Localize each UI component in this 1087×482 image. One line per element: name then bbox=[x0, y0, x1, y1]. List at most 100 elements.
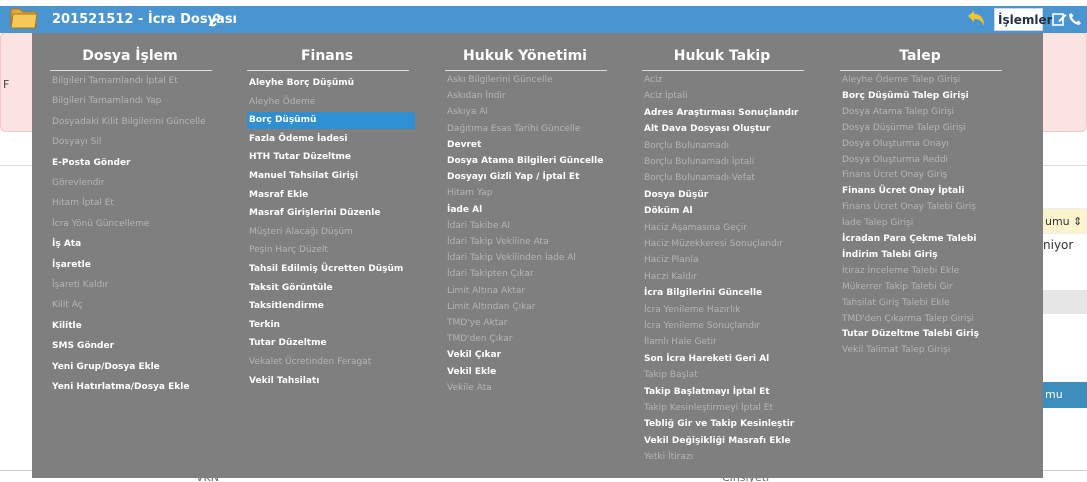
menu-item-icra-yenileme-hazirlik: İcra Yenileme Hazırlık bbox=[644, 304, 741, 315]
menu-item-adres-arastirmasi-sonuclandir[interactable]: Adres Araştırması Sonuçlandır bbox=[642, 105, 810, 122]
menu-item-masraf-ekle[interactable]: Masraf Ekle bbox=[247, 187, 415, 204]
phone-icon[interactable] bbox=[1068, 12, 1082, 26]
menu-item-fazla-odeme-iadesi[interactable]: Fazla Ödeme İadesi bbox=[247, 131, 415, 148]
menu-item-aleyhe-odeme-talep-girisi: Aleyhe Ödeme Talep Girişi bbox=[842, 75, 961, 85]
menu-item-dosya-atama-talep-girisi: Dosya Atama Talep Girişi bbox=[842, 106, 955, 117]
menu-item-tahsil-edilmis-ucretten-dusum[interactable]: Tahsil Edilmiş Ücretten Düşüm bbox=[247, 261, 415, 278]
menu-item-dosya-olusturma-reddi: Dosya Oluşturma Reddi bbox=[842, 154, 949, 165]
menu-item-ilamli-hale-getir: İlamlı Hale Getir bbox=[644, 337, 717, 348]
menu-item-aleyhe-odeme: Aleyhe Ödeme bbox=[249, 96, 316, 107]
menu-item-hitam-yap: Hitam Yap bbox=[447, 188, 493, 199]
menu-item-kilitle[interactable]: Kilitle bbox=[50, 318, 218, 335]
menu-item-gorevlendir: Görevlendir bbox=[52, 178, 105, 188]
menu-item-musteri-alacagi-dusum: Müşteri Alacağı Düşüm bbox=[249, 226, 353, 237]
menu-item-pesin-harc-duzelt: Peşin Harç Düzelt bbox=[249, 245, 328, 256]
edit-icon[interactable] bbox=[1052, 12, 1067, 26]
menu-item-haciz-planla: Haciz Planla bbox=[644, 255, 699, 266]
table-header-sortable[interactable]: umu ⇕ bbox=[1040, 208, 1087, 234]
alert-text: F bbox=[3, 78, 10, 91]
islemler-button[interactable]: İşlemler bbox=[994, 8, 1053, 31]
menu-item-indirim-talebi-giris[interactable]: İndirim Talebi Giriş bbox=[840, 247, 1008, 264]
menu-item-vekile-ata: Vekile Ata bbox=[447, 382, 492, 393]
menu-item-taksitlendirme[interactable]: Taksitlendirme bbox=[247, 298, 415, 315]
menu-item-dosya-dusurme-talep-girisi: Dosya Düşürme Talep Girişi bbox=[842, 122, 966, 133]
menu-item-haciz-muzekkeresi-sonuclandir: Haciz Müzekkeresi Sonuçlandır bbox=[644, 239, 783, 249]
menu-item-idari-takip-vekilinden-iade-al: İdari Takip Vekilinden İade Al bbox=[447, 253, 576, 264]
column-divider bbox=[50, 70, 212, 71]
menu-item-itiraz-inceleme-talebi-ekle: İtiraz İnceleme Talebi Ekle bbox=[842, 265, 960, 276]
menu-item-hth-tutar-duzeltme[interactable]: HTH Tutar Düzeltme bbox=[247, 149, 415, 166]
menu-item-dosya-olusturma-onayi: Dosya Oluşturma Onayı bbox=[842, 138, 949, 149]
menu-item-vekil-cikar[interactable]: Vekil Çıkar bbox=[445, 347, 613, 364]
menu-item-dosya-atama-bilgileri-guncelle[interactable]: Dosya Atama Bilgileri Güncelle bbox=[445, 153, 613, 170]
menu-item-e-posta-gonder[interactable]: E-Posta Gönder bbox=[50, 155, 218, 172]
menu-item-dosyayi-gizli-yap-iptal-et[interactable]: Dosyayı Gizli Yap / İptal Et bbox=[445, 169, 613, 186]
menu-item-tmd-ye-aktar: TMD'ye Aktar bbox=[447, 318, 508, 328]
column-divider bbox=[840, 70, 1002, 71]
menu-item-vekil-degisikligi-masrafi-ekle[interactable]: Vekil Değişikliği Masrafı Ekle bbox=[642, 433, 810, 450]
menu-item-borc-dusumu[interactable]: Borç Düşümü bbox=[247, 112, 415, 130]
menu-item-kilit-ac: Kilit Aç bbox=[52, 300, 83, 311]
menu-item-finans-ucret-onay-talebi-giris: Finans Ücret Onay Talebi Giriş bbox=[842, 202, 976, 213]
menu-item-masraf-girislerini-duzenle[interactable]: Masraf Girişlerini Düzenle bbox=[247, 205, 415, 222]
section-header-bar: mu bbox=[1043, 382, 1087, 408]
menu-item-devret[interactable]: Devret bbox=[445, 137, 613, 154]
menu-item-sms-gonder[interactable]: SMS Gönder bbox=[50, 338, 218, 355]
menu-item-vekil-ekle[interactable]: Vekil Ekle bbox=[445, 364, 613, 381]
menu-item-idari-takipten-cikar: İdari Takipten Çıkar bbox=[447, 269, 534, 280]
menu-item-is-ata[interactable]: İş Ata bbox=[50, 236, 218, 253]
menu-item-borc-dusumu-talep-girisi[interactable]: Borç Düşümü Talep Girişi bbox=[840, 88, 1008, 105]
menu-item-icradan-para-cekme-talebi[interactable]: İcradan Para Çekme Talebi bbox=[840, 231, 1008, 248]
menu-item-icra-bilgilerini-guncelle[interactable]: İcra Bilgilerini Güncelle bbox=[642, 285, 810, 302]
menu-item-vekalet-ucretinden-feragat: Vekalet Ücretinden Feragat bbox=[249, 357, 372, 367]
menu-item-askiya-al: Askıya Al bbox=[447, 107, 488, 118]
menu-item-finans-ucret-onay-giris: Finans Ücret Onay Giriş bbox=[842, 170, 948, 181]
menu-item-aleyhe-borc-dusumu[interactable]: Aleyhe Borç Düşümü bbox=[247, 75, 415, 92]
menu-item-dagitima-esas-tarihi-guncelle: Dağıtıma Esas Tarihi Güncelle bbox=[447, 123, 581, 134]
menu-item-tutar-duzeltme[interactable]: Tutar Düzeltme bbox=[247, 335, 415, 352]
menu-item-son-icra-hareketi-geri-al[interactable]: Son İcra Hareketi Geri Al bbox=[642, 351, 810, 368]
menu-item-takip-baslatmayi-iptal-et[interactable]: Takip Başlatmayı İptal Et bbox=[642, 384, 810, 401]
menu-item-dokum-al[interactable]: Döküm Al bbox=[642, 203, 810, 220]
menu-item-aciz-iptali: Aciz İptali bbox=[644, 91, 688, 102]
column-divider bbox=[642, 70, 804, 71]
menu-item-finans-ucret-onay-iptali[interactable]: Finans Ücret Onay İptali bbox=[840, 183, 1008, 200]
menu-item-haczi-kaldir: Haczi Kaldır bbox=[644, 271, 697, 282]
menu-item-taksit-goruntule[interactable]: Taksit Görüntüle bbox=[247, 280, 415, 297]
column-divider bbox=[445, 70, 607, 71]
menu-item-idari-takip-vekiline-ata: İdari Takip Vekiline Ata bbox=[447, 237, 549, 247]
undo-icon[interactable] bbox=[966, 10, 986, 28]
file-header-bar: 201521512 - İcra Dosyası İşlemler bbox=[0, 6, 1087, 33]
menu-item-isaretle[interactable]: İşaretle bbox=[50, 257, 218, 274]
menu-item-hitam-iptal-et: Hitam İptal Et bbox=[52, 198, 114, 209]
menu-item-iade-talep-girisi: İade Talep Girişi bbox=[842, 218, 914, 229]
menu-item-bilgileri-tamamlandi-yap: Bilgileri Tamamlandı Yap bbox=[52, 96, 162, 107]
menu-item-alt-dava-dosyasi-olustur[interactable]: Alt Dava Dosyası Oluştur bbox=[642, 121, 810, 138]
menu-item-idari-takibe-al: İdari Takibe Al bbox=[447, 220, 510, 231]
column-heading: Hukuk Yönetimi bbox=[463, 48, 587, 64]
menu-item-terkin[interactable]: Terkin bbox=[247, 317, 415, 334]
folder-icon bbox=[10, 8, 38, 29]
menu-item-isareti-kaldir: İşareti Kaldır bbox=[52, 280, 109, 290]
table-cell: niyor bbox=[1043, 238, 1074, 252]
column-heading: Hukuk Takip bbox=[673, 48, 771, 64]
menu-item-aski-bilgilerini-guncelle: Askı Bilgilerini Güncelle bbox=[447, 75, 553, 85]
menu-item-vekil-tahsilati[interactable]: Vekil Tahsilatı bbox=[247, 373, 415, 390]
menu-item-dosya-dusur[interactable]: Dosya Düşür bbox=[642, 187, 810, 204]
menu-item-teblig-gir-ve-takip-kesinlestir[interactable]: Tebliğ Gir ve Takip Kesinleştir bbox=[642, 416, 810, 433]
menu-item-vekil-talimat-talep-girisi: Vekil Talimat Talep Girişi bbox=[842, 345, 951, 356]
menu-item-borclu-bulunamadi-iptali: Borçlu Bulunamadı İptali bbox=[644, 157, 755, 167]
menu-item-iade-al[interactable]: İade Al bbox=[445, 202, 613, 219]
menu-item-dosyayi-sil: Dosyayı Sil bbox=[52, 137, 102, 148]
menu-item-tutar-duzeltme-talebi-giris[interactable]: Tutar Düzeltme Talebi Giriş bbox=[840, 326, 1008, 343]
menu-item-limit-altindan-cikar: Limit Altından Çıkar bbox=[447, 301, 536, 312]
menu-item-yeni-grup-dosya-ekle[interactable]: Yeni Grup/Dosya Ekle bbox=[50, 359, 218, 376]
link-icon[interactable] bbox=[208, 13, 222, 27]
menu-item-tmd-den-cikar: TMD'den Çıkar bbox=[447, 334, 513, 345]
menu-item-takip-baslat: Takip Başlat bbox=[644, 370, 698, 381]
menu-item-tahsilat-giris-talebi-ekle: Tahsilat Giriş Talebi Ekle bbox=[842, 297, 950, 308]
menu-item-limit-altina-aktar: Limit Altına Aktar bbox=[447, 285, 526, 296]
column-heading: Finans bbox=[300, 48, 354, 64]
menu-item-manuel-tahsilat-girisi[interactable]: Manuel Tahsilat Girişi bbox=[247, 168, 415, 185]
menu-item-yeni-hatirlatma-dosya-ekle[interactable]: Yeni Hatırlatma/Dosya Ekle bbox=[50, 379, 218, 396]
